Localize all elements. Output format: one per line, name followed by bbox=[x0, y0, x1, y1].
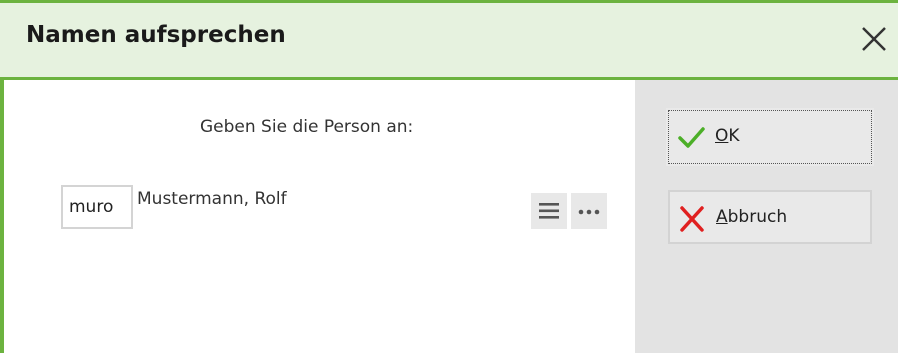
dialog-title: Namen aufsprechen bbox=[26, 22, 286, 48]
cancel-label: Abbruch bbox=[716, 207, 788, 227]
cancel-button[interactable]: Abbruch bbox=[668, 190, 872, 244]
more-icon bbox=[578, 209, 600, 215]
cross-icon bbox=[680, 206, 704, 232]
title-bar: Namen aufsprechen bbox=[0, 0, 898, 80]
prompt-label: Geben Sie die Person an: bbox=[200, 117, 414, 137]
person-name: Mustermann, Rolf bbox=[137, 189, 287, 209]
ok-button[interactable]: OK bbox=[666, 108, 874, 166]
name-dialog: Namen aufsprechen Geben Sie die Person a… bbox=[0, 0, 898, 353]
close-icon bbox=[862, 27, 886, 51]
list-icon bbox=[539, 203, 559, 219]
ok-label: OK bbox=[715, 126, 740, 146]
list-button[interactable] bbox=[531, 193, 567, 229]
checkmark-icon bbox=[678, 127, 705, 148]
close-button[interactable] bbox=[856, 21, 892, 57]
more-button[interactable] bbox=[571, 193, 607, 229]
person-code-input[interactable]: muro bbox=[61, 185, 133, 229]
